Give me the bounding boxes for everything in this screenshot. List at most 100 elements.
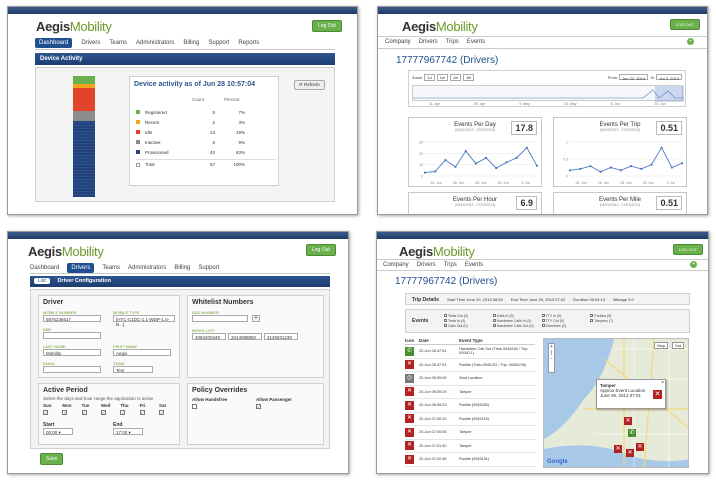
event-row[interactable]: ◎ 20-Jun 06:59:08 Start Location	[405, 372, 535, 386]
filter-checkbox[interactable]	[492, 324, 496, 327]
filter-checkbox[interactable]	[492, 314, 496, 317]
tab-driver-configuration[interactable]: Driver Configuration	[57, 278, 110, 284]
nav-company[interactable]: Company	[385, 39, 411, 45]
nav-drivers[interactable]: Drivers	[417, 262, 436, 268]
mobile-type-select[interactable]: [HTC-C1DC-1.1-WDP-1.5-B...]	[113, 315, 175, 327]
map-type-map[interactable]: Map	[654, 342, 668, 349]
filter-option[interactable]: Overrides (0)	[541, 323, 591, 328]
nav-teams[interactable]: Teams	[109, 40, 127, 46]
tab-list[interactable]: List	[34, 278, 50, 284]
white-list-item[interactable]: 4084200349	[192, 333, 226, 340]
day-checkbox[interactable]: ✓	[100, 410, 106, 415]
logout-button[interactable]: LOG OUT	[673, 244, 704, 255]
data-point[interactable]	[535, 164, 539, 167]
imei-input[interactable]	[43, 332, 101, 339]
refresh-icon[interactable]: +	[690, 261, 697, 268]
day-checkbox[interactable]: ✓	[158, 410, 164, 415]
col-date[interactable]: Date	[419, 338, 459, 343]
nav-support[interactable]: Support	[208, 40, 229, 46]
logout-button[interactable]: Log Out	[306, 244, 336, 256]
data-point[interactable]	[444, 159, 447, 162]
refresh-icon[interactable]: +	[687, 38, 694, 45]
map-type-sat[interactable]: Sat	[671, 342, 684, 349]
timeline-navigator[interactable]	[412, 85, 684, 102]
map-marker[interactable]: ✆	[628, 429, 636, 437]
mobile-number-input[interactable]: 5875236617	[43, 315, 101, 322]
filter-checkbox[interactable]	[590, 314, 594, 317]
refresh-button[interactable]: ⟳ Refresh	[294, 80, 325, 90]
nav-events[interactable]: Events	[465, 262, 483, 268]
data-point[interactable]	[629, 164, 633, 168]
data-point[interactable]	[515, 156, 518, 159]
zoom-all[interactable]: All	[463, 74, 474, 81]
data-point[interactable]	[434, 170, 437, 173]
nav-dashboard[interactable]: Dashboard	[30, 265, 59, 271]
event-row[interactable]: ✕ 20-Jun 07:00:55 Tamper	[405, 426, 535, 440]
data-point[interactable]	[423, 171, 427, 174]
data-point[interactable]	[474, 162, 478, 165]
nav-administrators[interactable]: Administrators	[136, 40, 174, 46]
logout-button[interactable]: Log Out	[312, 20, 342, 32]
day-checkbox[interactable]: ✓	[120, 410, 126, 415]
nav-billing[interactable]: Billing	[174, 265, 190, 271]
end-time-select[interactable]: 17:00 ▾	[113, 428, 143, 435]
data-point[interactable]	[680, 162, 684, 165]
from-date-input[interactable]: Jun 22, 2013	[619, 74, 649, 81]
nav-administrators[interactable]: Administrators	[128, 265, 166, 271]
filter-option[interactable]: Calls Out (0)	[444, 323, 493, 328]
allow-passenger-checkbox[interactable]: ✓	[256, 404, 261, 409]
nav-drivers[interactable]: Drivers	[67, 263, 95, 273]
event-row[interactable]: ✕ 20-Jun 06:59:23 Paddle (0545052)	[405, 399, 535, 413]
last-name-input[interactable]: Mobility	[43, 349, 101, 356]
to-date-input[interactable]: Jul 3, 2013	[656, 74, 682, 81]
day-checkbox[interactable]: ✓	[62, 410, 68, 415]
filter-checkbox[interactable]	[541, 319, 545, 322]
map-zoom-control[interactable]: + | −	[548, 343, 555, 373]
event-row[interactable]: ✕ 20-Jun 07:01:40 Tamper	[405, 440, 535, 453]
data-point[interactable]	[640, 167, 643, 171]
nav-billing[interactable]: Billing	[183, 40, 199, 46]
white-list-item[interactable]: 3125831230	[264, 333, 298, 340]
start-time-select[interactable]: 00:00 ▾	[43, 428, 73, 435]
filter-option[interactable]: Tampers (7)	[590, 318, 639, 323]
event-row[interactable]: ✕ 20-Jun 06:59:29 Tamper	[405, 386, 535, 399]
data-point[interactable]	[599, 170, 602, 173]
event-row[interactable]: ✕ 20-Jun 07:00:42 Paddle (0545115)	[405, 413, 535, 426]
data-point[interactable]	[464, 149, 467, 153]
add-number-button[interactable]: +	[252, 315, 260, 322]
data-point[interactable]	[454, 165, 457, 169]
data-point[interactable]	[609, 166, 612, 169]
nav-drivers[interactable]: Drivers	[81, 40, 100, 46]
allow-handsfree-checkbox[interactable]	[192, 404, 197, 409]
data-point[interactable]	[579, 167, 582, 171]
add-number-input[interactable]	[192, 315, 248, 322]
data-point[interactable]	[505, 161, 508, 164]
day-checkbox[interactable]: ✓	[139, 410, 145, 415]
email-input[interactable]	[43, 366, 101, 373]
nav-events[interactable]: Events	[467, 39, 485, 45]
event-row[interactable]: ✕ 20-Jun 07:02:48 Paddle (0545131)	[405, 453, 535, 467]
day-checkbox[interactable]: ✓	[43, 410, 48, 415]
filter-checkbox[interactable]	[541, 324, 545, 327]
filter-checkbox[interactable]	[444, 319, 447, 322]
nav-teams[interactable]: Teams	[102, 265, 120, 271]
data-point[interactable]	[619, 169, 623, 172]
filter-checkbox[interactable]	[444, 324, 447, 327]
nav-drivers[interactable]: Drivers	[419, 39, 438, 45]
day-checkbox[interactable]: ✓	[81, 410, 87, 415]
nav-trips[interactable]: Trips	[444, 262, 457, 268]
team-select[interactable]: Test	[113, 366, 153, 373]
data-point[interactable]	[660, 146, 663, 149]
nav-support[interactable]: Support	[198, 265, 219, 271]
nav-company[interactable]: Company	[383, 262, 409, 268]
map-marker[interactable]: ✕	[636, 443, 644, 451]
zoom-1m[interactable]: 1m	[449, 74, 462, 81]
map-marker[interactable]: ✕	[626, 449, 634, 457]
data-point[interactable]	[525, 146, 528, 149]
data-point[interactable]	[495, 166, 498, 170]
data-point[interactable]	[568, 169, 572, 172]
nav-reports[interactable]: Reports	[238, 40, 259, 46]
filter-checkbox[interactable]	[541, 314, 545, 317]
zoom-1w[interactable]: 1w	[436, 74, 448, 81]
data-point[interactable]	[650, 163, 653, 166]
